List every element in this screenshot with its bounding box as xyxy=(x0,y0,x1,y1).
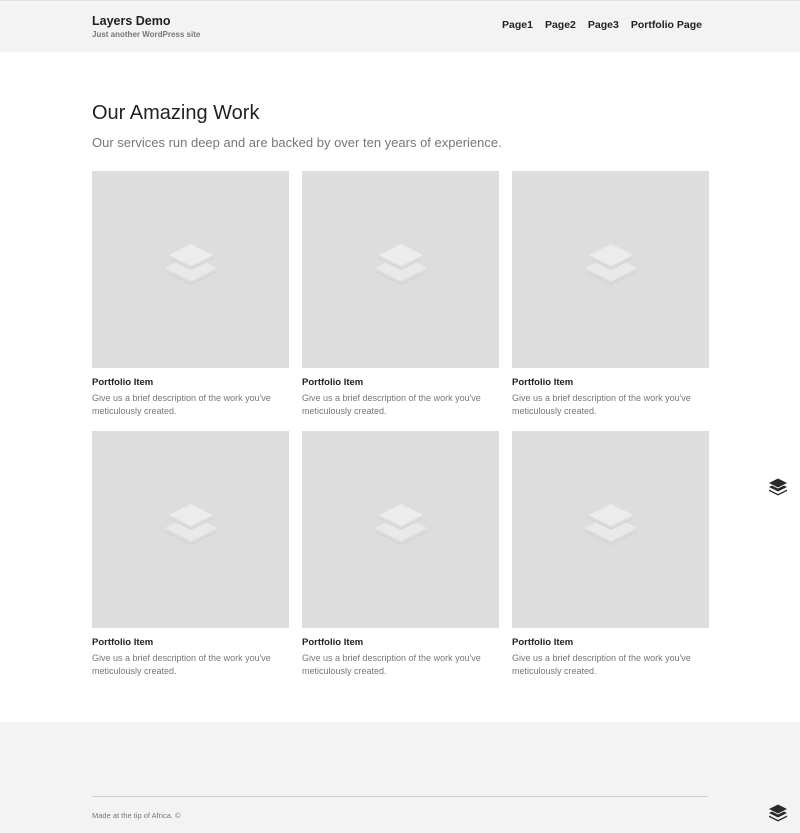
portfolio-item-excerpt: Give us a brief description of the work … xyxy=(302,653,481,676)
portfolio-thumbnail[interactable] xyxy=(302,171,499,368)
portfolio-thumbnail[interactable] xyxy=(512,431,709,628)
layers-icon xyxy=(767,478,789,496)
portfolio-item-title[interactable]: Portfolio Item xyxy=(92,637,289,649)
layers-side-icon[interactable] xyxy=(767,478,789,496)
nav-link-page1[interactable]: Page1 xyxy=(502,19,533,31)
nav-link-portfolio-page[interactable]: Portfolio Page xyxy=(631,19,702,31)
nav-link-page2[interactable]: Page2 xyxy=(545,19,576,31)
layers-icon xyxy=(161,502,221,558)
portfolio-item-title[interactable]: Portfolio Item xyxy=(512,377,709,389)
main-nav: Page1 Page2 Page3 Portfolio Page xyxy=(0,19,702,31)
portfolio-thumbnail[interactable] xyxy=(512,171,709,368)
layers-footer-icon[interactable] xyxy=(767,804,789,822)
portfolio-item-excerpt: Give us a brief description of the work … xyxy=(512,393,691,416)
portfolio-thumbnail[interactable] xyxy=(92,171,289,368)
layers-icon xyxy=(371,242,431,298)
layers-icon xyxy=(767,804,789,822)
portfolio-card[interactable]: Portfolio Item Give us a brief descripti… xyxy=(512,431,709,678)
section-excerpt: Our services run deep and are backed by … xyxy=(92,135,502,150)
layers-icon xyxy=(371,502,431,558)
portfolio-item-title[interactable]: Portfolio Item xyxy=(302,377,499,389)
portfolio-grid: Portfolio Item Give us a brief descripti… xyxy=(92,171,709,678)
portfolio-item-title[interactable]: Portfolio Item xyxy=(92,377,289,389)
portfolio-item-title[interactable]: Portfolio Item xyxy=(302,637,499,649)
portfolio-item-title[interactable]: Portfolio Item xyxy=(512,637,709,649)
portfolio-item-excerpt: Give us a brief description of the work … xyxy=(302,393,481,416)
portfolio-card[interactable]: Portfolio Item Give us a brief descripti… xyxy=(302,171,499,418)
site-header: Layers Demo Just another WordPress site … xyxy=(0,0,800,52)
portfolio-card[interactable]: Portfolio Item Give us a brief descripti… xyxy=(512,171,709,418)
layers-icon xyxy=(581,242,641,298)
section-title: Our Amazing Work xyxy=(92,102,260,124)
nav-link-page3[interactable]: Page3 xyxy=(588,19,619,31)
site-tagline: Just another WordPress site xyxy=(92,30,201,39)
portfolio-card[interactable]: Portfolio Item Give us a brief descripti… xyxy=(92,171,289,418)
layers-icon xyxy=(581,502,641,558)
portfolio-card[interactable]: Portfolio Item Give us a brief descripti… xyxy=(302,431,499,678)
footer-copyright: Made at the tip of Africa. © xyxy=(92,811,181,820)
portfolio-item-excerpt: Give us a brief description of the work … xyxy=(92,393,271,416)
portfolio-item-excerpt: Give us a brief description of the work … xyxy=(92,653,271,676)
portfolio-thumbnail[interactable] xyxy=(92,431,289,628)
site-footer: Made at the tip of Africa. © xyxy=(0,722,800,833)
layers-icon xyxy=(161,242,221,298)
portfolio-card[interactable]: Portfolio Item Give us a brief descripti… xyxy=(92,431,289,678)
footer-divider xyxy=(92,796,708,797)
portfolio-thumbnail[interactable] xyxy=(302,431,499,628)
portfolio-item-excerpt: Give us a brief description of the work … xyxy=(512,653,691,676)
